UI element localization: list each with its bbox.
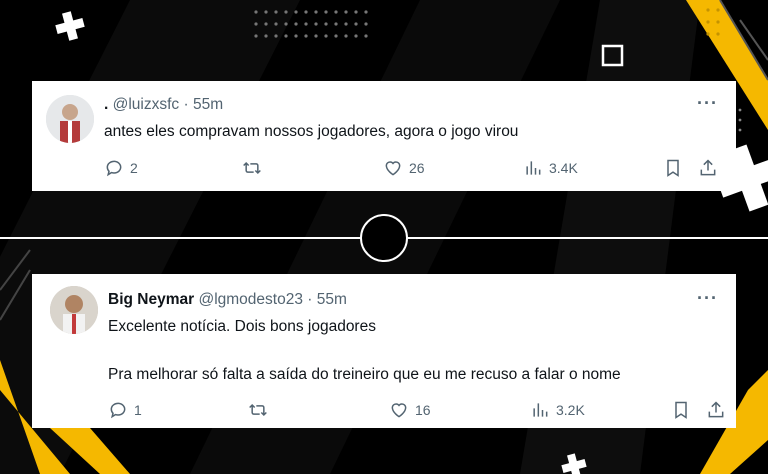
- share-button[interactable]: [706, 400, 726, 420]
- views-button[interactable]: 3.4K: [523, 158, 578, 178]
- views-icon: [526, 161, 541, 175]
- reply-icon: [110, 402, 126, 419]
- share-button[interactable]: [698, 158, 718, 178]
- share-icon: [708, 401, 724, 418]
- bookmark-button[interactable]: [663, 158, 683, 178]
- bookmark-button[interactable]: [671, 400, 691, 420]
- timestamp[interactable]: 55m: [193, 96, 223, 113]
- display-name[interactable]: Big Neymar: [108, 291, 194, 308]
- avatar[interactable]: [50, 286, 98, 334]
- user-handle[interactable]: @luizxsfc: [113, 96, 180, 113]
- separator-dot: ·: [183, 96, 189, 113]
- view-count: 3.4K: [549, 160, 578, 176]
- tweet-actions: 2 26 3.4K: [32, 158, 736, 182]
- retweet-button[interactable]: [248, 400, 274, 420]
- tweet-card[interactable]: Big Neymar @lgmodesto23 · 55m ··· Excele…: [32, 274, 736, 428]
- tweet-card[interactable]: . @luizxsfc · 55m ··· antes eles comprav…: [32, 81, 736, 191]
- tweet-header: Big Neymar @lgmodesto23 · 55m: [108, 291, 347, 309]
- like-button[interactable]: 16: [389, 400, 431, 420]
- bookmark-icon: [667, 159, 679, 177]
- user-handle[interactable]: @lgmodesto23: [198, 291, 303, 308]
- retweet-icon: [249, 403, 267, 417]
- views-icon: [533, 403, 548, 417]
- reply-button[interactable]: 2: [104, 158, 138, 178]
- like-button[interactable]: 26: [383, 158, 425, 178]
- tweet-actions: 1 16 3.2K: [32, 400, 736, 424]
- like-count: 26: [409, 160, 425, 176]
- timestamp[interactable]: 55m: [317, 291, 347, 308]
- tweet-text: antes eles compravam nossos jogadores, a…: [104, 123, 519, 140]
- separator-dot: ·: [307, 291, 313, 308]
- display-name[interactable]: .: [104, 96, 108, 113]
- reply-count: 2: [130, 160, 138, 176]
- reply-count: 1: [134, 402, 142, 418]
- bookmark-icon: [675, 401, 687, 419]
- avatar[interactable]: [46, 95, 94, 143]
- retweet-button[interactable]: [242, 158, 268, 178]
- reply-icon: [106, 160, 122, 177]
- share-icon: [700, 159, 716, 176]
- like-count: 16: [415, 402, 431, 418]
- tweet-header: . @luizxsfc · 55m: [104, 96, 223, 114]
- retweet-icon: [243, 161, 261, 175]
- more-options-icon[interactable]: ···: [697, 93, 718, 114]
- view-count: 3.2K: [556, 402, 585, 418]
- more-options-icon[interactable]: ···: [697, 288, 718, 309]
- heart-icon: [391, 403, 407, 418]
- tweet-text-line-1: Excelente notícia. Dois bons jogadores: [108, 318, 376, 335]
- heart-icon: [385, 161, 401, 176]
- views-button[interactable]: 3.2K: [530, 400, 585, 420]
- reply-button[interactable]: 1: [108, 400, 142, 420]
- tweet-text-line-2: Pra melhorar só falta a saída do treinei…: [108, 366, 621, 383]
